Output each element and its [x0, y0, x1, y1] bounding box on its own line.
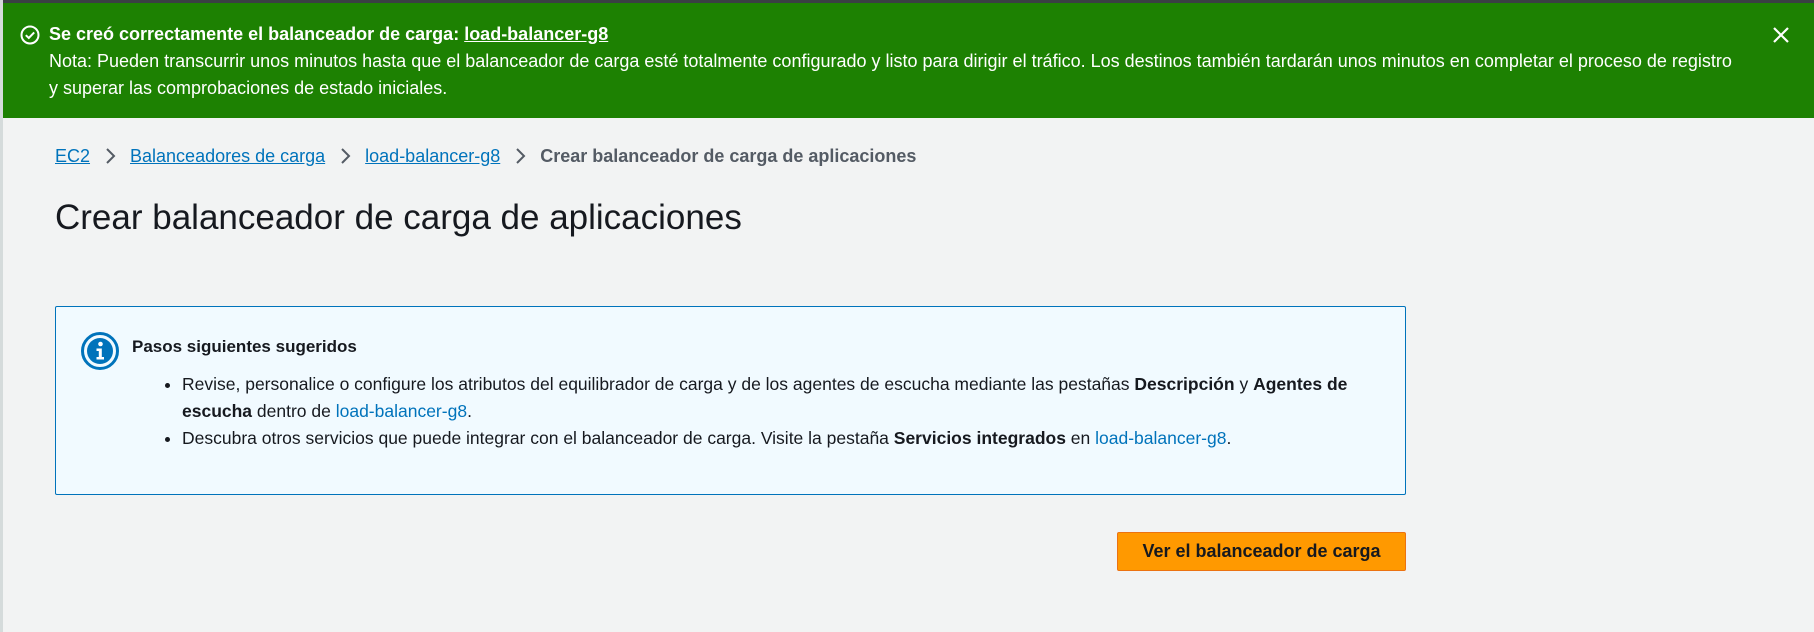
success-flash-banner: Se creó correctamente el balanceador de …	[3, 3, 1814, 118]
description-tab-label: Descripción	[1134, 374, 1235, 394]
flash-note: Nota: Pueden transcurrir unos minutos ha…	[49, 51, 1732, 98]
load-balancer-link[interactable]: load-balancer-g8	[1095, 428, 1226, 448]
item-text: Revise, personalice o configure los atri…	[182, 374, 1135, 394]
list-item: Descubra otros servicios que puede integ…	[182, 425, 1364, 452]
breadcrumb-load-balancers-link[interactable]: Balanceadores de carga	[130, 146, 325, 167]
page: Se creó correctamente el balanceador de …	[0, 0, 1814, 632]
info-title: Pasos siguientes sugeridos	[132, 337, 357, 356]
view-load-balancer-button[interactable]: Ver el balanceador de carga	[1117, 532, 1406, 571]
flash-title: Se creó correctamente el balanceador de …	[49, 21, 1744, 48]
flash-load-balancer-link[interactable]: load-balancer-g8	[464, 24, 608, 44]
chevron-right-icon	[325, 147, 365, 165]
item-text: y	[1234, 374, 1254, 394]
page-title: Crear balanceador de carga de aplicacion…	[55, 198, 742, 237]
item-text: en	[1065, 428, 1096, 448]
breadcrumb-ec2-link[interactable]: EC2	[55, 146, 90, 167]
breadcrumb: EC2 Balanceadores de carga load-balancer…	[55, 144, 916, 168]
breadcrumb-load-balancer-link[interactable]: load-balancer-g8	[365, 146, 500, 167]
item-text: dentro de	[252, 401, 336, 421]
check-circle-icon	[19, 24, 41, 46]
integrated-services-tab-label: Servicios integrados	[893, 428, 1066, 448]
close-icon[interactable]	[1770, 24, 1792, 46]
item-text: .	[467, 401, 472, 421]
breadcrumb-current: Crear balanceador de carga de aplicacion…	[540, 145, 917, 166]
next-steps-list: Revise, personalice o configure los atri…	[164, 371, 1364, 452]
list-item: Revise, personalice o configure los atri…	[182, 371, 1364, 425]
item-text: Descubra otros servicios que puede integ…	[182, 428, 894, 448]
info-icon	[80, 331, 120, 371]
load-balancer-link[interactable]: load-balancer-g8	[336, 401, 467, 421]
item-text: .	[1226, 428, 1232, 448]
chevron-right-icon	[500, 147, 540, 165]
flash-title-text: Se creó correctamente el balanceador de …	[49, 24, 465, 44]
next-steps-info-box: Pasos siguientes sugeridos Revise, perso…	[55, 306, 1406, 495]
chevron-right-icon	[90, 147, 130, 165]
